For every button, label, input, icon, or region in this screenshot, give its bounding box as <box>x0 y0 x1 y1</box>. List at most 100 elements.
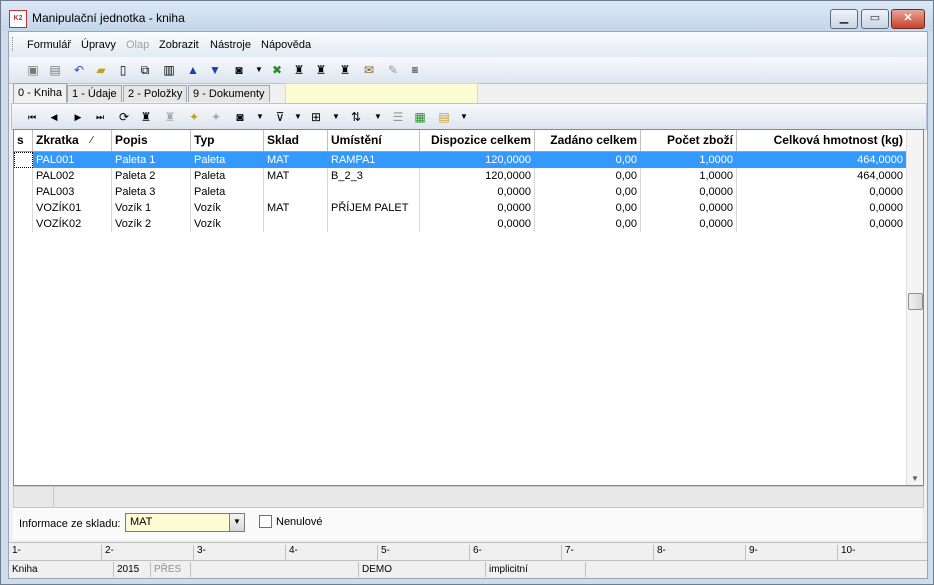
menu-lines-icon[interactable]: ≡ <box>407 62 423 78</box>
column-header-dispozice[interactable]: Dispozice celkem <box>420 130 535 151</box>
cell-popis[interactable]: Vozík 1 <box>112 200 191 216</box>
column-header-typ[interactable]: Typ <box>191 130 264 151</box>
warehouse-select[interactable]: MAT ▼ <box>125 513 245 532</box>
list-indent-icon[interactable]: ☰ <box>390 109 406 125</box>
cell-zkratka[interactable]: VOZÍK01 <box>33 200 112 216</box>
menu-nastroje[interactable]: Nástroje <box>210 39 251 51</box>
menu-formular[interactable]: Formulář <box>27 39 71 51</box>
star-add-icon[interactable]: ✦ <box>186 109 202 125</box>
column-header-zkratka[interactable]: Zkratka ⁄ <box>33 130 112 151</box>
sort-az-icon[interactable]: ⇅ <box>348 109 364 125</box>
vertical-scrollbar[interactable]: ▼ <box>906 130 923 485</box>
binoculars-filter-icon[interactable]: ♜ <box>337 62 353 78</box>
table-row[interactable]: PAL002 Paleta 2 Paleta MAT B_2_3 120,000… <box>14 168 907 184</box>
nonzero-checkbox-label[interactable]: Nenulové <box>276 516 322 528</box>
cell-hmotnost[interactable]: 464,0000 <box>737 152 907 168</box>
cell-popis[interactable]: Paleta 1 <box>112 152 191 168</box>
cell-typ[interactable]: Paleta <box>191 168 264 184</box>
title-bar[interactable]: K2 Manipulační jednotka - kniha ▁ ▭ ✕ <box>1 1 933 31</box>
tab-udaje[interactable]: 1 - Údaje <box>67 85 122 102</box>
cell-hmotnost[interactable]: 464,0000 <box>737 168 907 184</box>
cell-sklad[interactable]: MAT <box>264 152 328 168</box>
refresh-icon[interactable]: ⟳ <box>116 109 132 125</box>
row-s-cell[interactable] <box>14 152 33 168</box>
chevron-down-icon[interactable]: ▼ <box>252 109 268 125</box>
cell-sklad[interactable]: MAT <box>264 168 328 184</box>
cell-pocet[interactable]: 1,0000 <box>641 152 737 168</box>
cell-typ[interactable]: Vozík <box>191 200 264 216</box>
row-s-cell[interactable] <box>14 184 33 200</box>
maximize-button[interactable]: ▭ <box>861 9 889 29</box>
cell-typ[interactable]: Paleta <box>191 184 264 200</box>
chevron-down-icon[interactable]: ▼ <box>456 109 472 125</box>
book-icon[interactable]: ▥ <box>161 62 177 78</box>
new-document-icon[interactable]: ▯ <box>115 62 131 78</box>
cell-zkratka[interactable]: PAL003 <box>33 184 112 200</box>
tab-polozky[interactable]: 2 - Položky <box>123 85 188 102</box>
records-grid[interactable]: s Zkratka ⁄ Popis Typ Sklad Umístění Disp… <box>13 129 924 486</box>
save-as-icon[interactable]: ▤ <box>47 62 63 78</box>
column-header-umisteni[interactable]: Umístění <box>328 130 420 151</box>
chevron-down-icon[interactable]: ▼ <box>290 109 306 125</box>
cell-umisteni[interactable]: B_2_3 <box>328 168 420 184</box>
row-s-cell[interactable] <box>14 200 33 216</box>
cell-umisteni[interactable] <box>328 216 420 232</box>
excel-export-icon[interactable]: ▦ <box>412 109 428 125</box>
fkey-7[interactable]: 7- <box>561 545 652 560</box>
close-button[interactable]: ✕ <box>891 9 925 29</box>
cell-zadano[interactable]: 0,00 <box>535 184 641 200</box>
menu-olap[interactable]: Olap <box>126 39 149 51</box>
cell-hmotnost[interactable]: 0,0000 <box>737 200 907 216</box>
cell-pocet[interactable]: 1,0000 <box>641 168 737 184</box>
fkey-9[interactable]: 9- <box>745 545 836 560</box>
table-row[interactable]: VOZÍK01 Vozík 1 Vozík MAT PŘÍJEM PALET 0… <box>14 200 907 216</box>
table-row[interactable]: PAL001 Paleta 1 Paleta MAT RAMPA1 120,00… <box>14 152 907 168</box>
row-s-cell[interactable] <box>14 216 33 232</box>
cell-popis[interactable]: Paleta 3 <box>112 184 191 200</box>
scrollbar-thumb[interactable] <box>908 293 923 310</box>
prev-record-icon[interactable]: ◀ <box>46 109 62 125</box>
binoculars-disabled-icon[interactable]: ♜ <box>162 109 178 125</box>
cell-hmotnost[interactable]: 0,0000 <box>737 216 907 232</box>
undo-icon[interactable]: ↶ <box>71 62 87 78</box>
menu-napoveda[interactable]: Nápověda <box>261 39 311 51</box>
open-folder-icon[interactable]: ▰ <box>93 62 109 78</box>
edit-icon[interactable]: ✎ <box>385 62 401 78</box>
nonzero-checkbox[interactable] <box>259 515 272 528</box>
column-header-hmotnost[interactable]: Celková hmotnost (kg) <box>737 130 907 151</box>
cell-hmotnost[interactable]: 0,0000 <box>737 184 907 200</box>
cell-umisteni[interactable]: PŘÍJEM PALET <box>328 200 420 216</box>
row-s-cell[interactable] <box>14 168 33 184</box>
cell-dispozice[interactable]: 0,0000 <box>420 216 535 232</box>
save-icon[interactable]: ▣ <box>25 62 41 78</box>
excel-icon[interactable]: ✖ <box>269 62 285 78</box>
cell-zadano[interactable]: 0,00 <box>535 152 641 168</box>
column-header-pocet[interactable]: Počet zboží <box>641 130 737 151</box>
cell-zkratka[interactable]: PAL002 <box>33 168 112 184</box>
cell-sklad[interactable] <box>264 184 328 200</box>
camera-icon[interactable]: ◙ <box>232 109 248 125</box>
binoculars-next-icon[interactable]: ♜ <box>313 62 329 78</box>
cell-typ[interactable]: Paleta <box>191 152 264 168</box>
cell-popis[interactable]: Vozík 2 <box>112 216 191 232</box>
cell-zadano[interactable]: 0,00 <box>535 168 641 184</box>
fkey-5[interactable]: 5- <box>377 545 468 560</box>
column-header-sklad[interactable]: Sklad <box>264 130 328 151</box>
cell-sklad[interactable] <box>264 216 328 232</box>
binoculars-icon[interactable]: ♜ <box>291 62 307 78</box>
last-record-icon[interactable]: ⏭ <box>92 109 108 125</box>
column-header-s[interactable]: s <box>14 130 33 151</box>
table-row[interactable]: PAL003 Paleta 3 Paleta 0,0000 0,00 0,000… <box>14 184 907 200</box>
mail-icon[interactable]: ✉ <box>361 62 377 78</box>
cell-dispozice[interactable]: 0,0000 <box>420 184 535 200</box>
binoculars-icon[interactable]: ♜ <box>138 109 154 125</box>
cell-popis[interactable]: Paleta 2 <box>112 168 191 184</box>
cell-umisteni[interactable] <box>328 184 420 200</box>
report-icon[interactable]: ▤ <box>436 109 452 125</box>
next-record-icon[interactable]: ▶ <box>70 109 86 125</box>
chevron-down-icon[interactable]: ▼ <box>328 109 344 125</box>
cell-sklad[interactable]: MAT <box>264 200 328 216</box>
menu-upravy[interactable]: Úpravy <box>81 39 116 51</box>
chevron-down-icon[interactable]: ▼ <box>229 514 244 531</box>
fkey-4[interactable]: 4- <box>285 545 376 560</box>
